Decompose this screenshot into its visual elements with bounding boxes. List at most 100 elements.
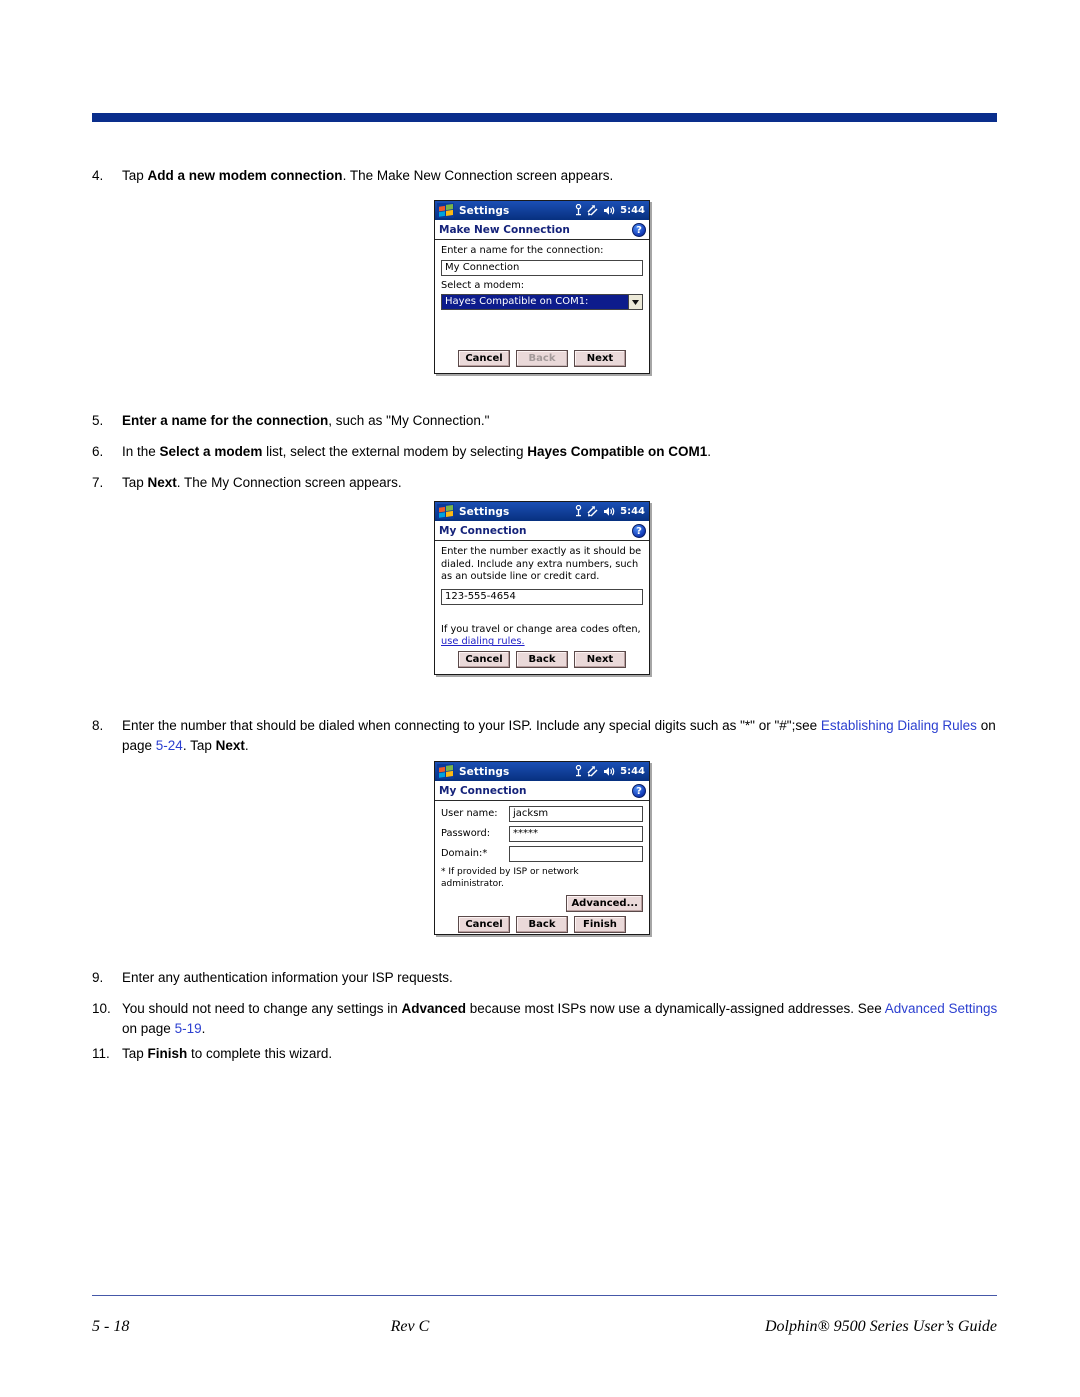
step-number: 8. xyxy=(92,718,104,733)
pda-button-bar: Cancel Back Finish xyxy=(441,916,643,934)
speaker-volume-icon[interactable] xyxy=(603,762,615,781)
next-button[interactable]: Next xyxy=(574,651,626,668)
pda-screen-title: My Connection xyxy=(439,524,527,537)
step-item-6: 6. In the Select a modem list, select th… xyxy=(92,442,992,462)
modem-select-dropdown[interactable]: Hayes Compatible on COM1: xyxy=(441,294,643,311)
finish-button[interactable]: Finish xyxy=(574,916,626,934)
text-run-bold: Select a modem xyxy=(159,444,263,459)
wireless-antenna-icon[interactable] xyxy=(574,201,583,220)
pda-status-tray: 5:44 xyxy=(574,201,645,220)
text-run: to complete this wizard. xyxy=(187,1046,333,1061)
help-icon[interactable]: ? xyxy=(632,523,646,538)
step-text: You should not need to change any settin… xyxy=(122,999,1007,1038)
back-button[interactable]: Back xyxy=(516,651,568,668)
text-run: . The My Connection screen appears. xyxy=(176,475,402,490)
text-run-bold: Add a new modem connection xyxy=(147,168,343,183)
step-item-5: 5. Enter a name for the connection, such… xyxy=(92,411,992,431)
pda-screen-title: Make New Connection xyxy=(439,223,570,236)
text-run: because most ISPs now use a dynamically-… xyxy=(466,1001,885,1016)
help-icon[interactable]: ? xyxy=(632,222,646,237)
pda-title-bar: Settings 5:44 xyxy=(435,502,649,521)
domain-label: Domain:* xyxy=(441,847,488,859)
back-button[interactable]: Back xyxy=(516,350,568,367)
text-run: list, select the external modem by selec… xyxy=(262,444,528,459)
help-icon[interactable]: ? xyxy=(632,783,646,798)
pda-title-bar: Settings 5:44 xyxy=(435,762,649,781)
password-input[interactable]: ***** xyxy=(509,826,643,842)
step-number: 5. xyxy=(92,413,104,428)
text-run-bold: Next xyxy=(147,475,177,490)
pda-status-tray: 5:44 xyxy=(574,502,645,521)
dialing-rules-hint: If you travel or change area codes often… xyxy=(441,623,641,635)
page-header-rule xyxy=(92,113,997,122)
step-item-11: 11. Tap Finish to complete this wizard. xyxy=(92,1044,1007,1064)
device-screenshot-make-new-connection: Settings 5:44 Make New Connection ? Ente… xyxy=(434,200,650,374)
footer-guide-title: Dolphin® 9500 Series User’s Guide xyxy=(765,1318,997,1335)
step-item-7: 7. Tap Next. The My Connection screen ap… xyxy=(92,473,992,493)
use-dialing-rules-link[interactable]: use dialing rules. xyxy=(441,636,525,647)
establishing-dialing-rules-link[interactable]: Establishing Dialing Rules xyxy=(821,718,977,733)
pda-title-bar: Settings 5:44 xyxy=(435,201,649,220)
text-run-bold: Next xyxy=(215,737,245,753)
speaker-volume-icon[interactable] xyxy=(603,502,615,521)
credentials-footnote: * If provided by ISP or network administ… xyxy=(441,867,579,889)
wireless-antenna-icon[interactable] xyxy=(574,762,583,781)
back-button[interactable]: Back xyxy=(516,916,568,934)
chevron-down-icon[interactable] xyxy=(628,295,642,310)
phone-instructions-text: Enter the number exactly as it should be… xyxy=(441,546,642,583)
pda-screen-header: My Connection ? xyxy=(435,781,649,801)
advanced-settings-link[interactable]: Advanced Settings xyxy=(885,1001,998,1016)
step-text: Tap Add a new modem connection. The Make… xyxy=(122,166,992,186)
text-run-bold: Finish xyxy=(147,1046,188,1061)
footer-page-number: 5 - 18 xyxy=(92,1318,130,1335)
device-screenshot-credentials: Settings 5:44 My Connection ? User name:… xyxy=(434,761,650,935)
pda-spacer xyxy=(441,314,643,350)
username-input[interactable]: jacksm xyxy=(509,806,643,822)
pda-content: Enter the number exactly as it should be… xyxy=(435,541,649,674)
speaker-volume-icon[interactable] xyxy=(603,201,615,220)
cancel-button[interactable]: Cancel xyxy=(458,651,510,668)
cancel-button[interactable]: Cancel xyxy=(458,350,510,367)
pda-button-bar: Cancel Back Next xyxy=(441,350,643,367)
connectivity-arrows-icon[interactable] xyxy=(587,762,599,781)
pda-screen-header: Make New Connection ? xyxy=(435,220,649,240)
text-run: Tap xyxy=(122,475,148,490)
phone-number-input[interactable]: 123-555-4654 xyxy=(441,588,643,605)
step-item-4: 4. Tap Add a new modem connection. The M… xyxy=(92,166,992,186)
text-run: . Tap xyxy=(182,737,216,753)
domain-input[interactable] xyxy=(509,846,643,862)
text-run: on page xyxy=(122,1020,175,1036)
page-ref-link[interactable]: 5-19 xyxy=(175,1021,202,1036)
text-run: . The Make New Connection screen appears… xyxy=(342,168,614,183)
text-run: . xyxy=(707,444,712,459)
advanced-row: Advanced... xyxy=(441,895,643,913)
step-number: 4. xyxy=(92,168,104,183)
step-number: 7. xyxy=(92,475,104,490)
step-text: In the Select a modem list, select the e… xyxy=(122,442,992,462)
text-run: . xyxy=(201,1020,206,1036)
password-label: Password: xyxy=(441,827,491,839)
footer-rule xyxy=(92,1295,997,1296)
connection-name-input[interactable]: My Connection xyxy=(441,259,643,276)
pda-content: Enter a name for the connection: My Conn… xyxy=(435,240,649,373)
text-run-bold: Hayes Compatible on COM1 xyxy=(527,444,708,459)
page-ref-link[interactable]: 5-24 xyxy=(156,738,183,753)
step-text: Enter any authentication information you… xyxy=(122,968,1007,988)
pda-screen-header: My Connection ? xyxy=(435,521,649,541)
connectivity-arrows-icon[interactable] xyxy=(587,201,599,220)
pda-status-tray: 5:44 xyxy=(574,762,645,781)
step-text: Tap Finish to complete this wizard. xyxy=(122,1044,1007,1064)
text-run: , such as "My Connection." xyxy=(328,413,490,428)
page-footer: 5 - 18 Rev C Dolphin® 9500 Series User’s… xyxy=(92,1318,997,1336)
connectivity-arrows-icon[interactable] xyxy=(587,502,599,521)
text-run: You should not need to change any settin… xyxy=(122,1001,402,1016)
cancel-button[interactable]: Cancel xyxy=(458,916,510,934)
step-number: 9. xyxy=(92,970,104,985)
pda-screen-title: My Connection xyxy=(439,784,527,797)
footer-revision: Rev C xyxy=(390,1318,430,1335)
next-button[interactable]: Next xyxy=(574,350,626,367)
text-run: Enter the number that should be dialed w… xyxy=(122,718,821,733)
wireless-antenna-icon[interactable] xyxy=(574,502,583,521)
username-row: User name: jacksm xyxy=(441,806,643,822)
advanced-button[interactable]: Advanced... xyxy=(566,895,643,913)
